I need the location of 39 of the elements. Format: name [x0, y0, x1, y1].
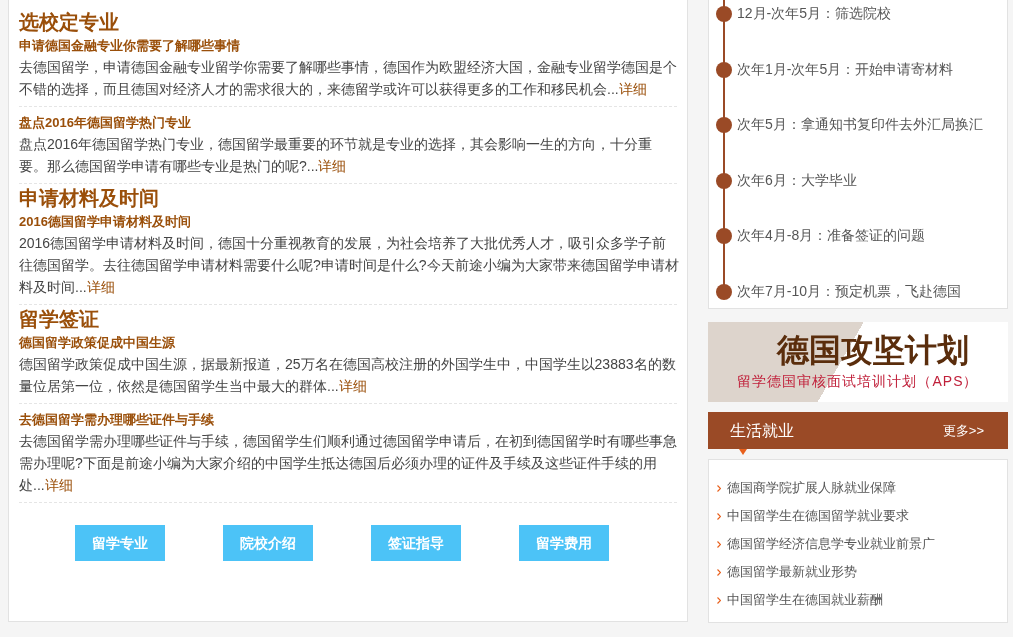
chevron-icon: [717, 568, 721, 576]
timeline-text: 12月-次年5月：筛选院校: [737, 4, 892, 23]
section-header-title: 生活就业: [730, 420, 794, 441]
article-title[interactable]: 2016德国留学申请材料及时间: [19, 212, 191, 232]
chevron-icon: [717, 596, 721, 604]
article-title[interactable]: 去德国留学需办理哪些证件与手续: [19, 410, 214, 430]
chevron-icon: [717, 540, 721, 548]
job-link[interactable]: 德国商学院扩展人脉就业保障: [727, 478, 896, 498]
details-link[interactable]: 详细: [618, 81, 647, 97]
banner-title: 德国攻坚计划: [775, 331, 969, 370]
job-link[interactable]: 中国留学生在德国就业薪酬: [727, 590, 883, 610]
section-title: 申请材料及时间: [19, 186, 159, 211]
chevron-icon: [717, 512, 721, 520]
details-link[interactable]: 详细: [338, 378, 367, 394]
timeline-text: 次年7月-10月：预定机票，飞赴德国: [737, 281, 962, 301]
article-title[interactable]: 申请德国金融专业你需要了解哪些事情: [19, 36, 240, 56]
article-summary: 德国留学政策促成中国生源，据最新报道，25万名在德国高校注册的外国学生中，中国学生以23883名的数量位居第一位，依然是德国留学生当中最大的群体...详细: [19, 355, 677, 396]
timeline-text: 次年6月：大学毕业: [737, 170, 857, 190]
timeline-text: 次年1月-次年5月：开始申请寄材料: [737, 59, 954, 79]
more-link[interactable]: 更多>>: [942, 420, 984, 441]
details-link[interactable]: 详细: [318, 158, 347, 174]
article-summary: 去德国留学，申请德国金融专业留学你需要了解哪些事情，德国作为欧盟经济大国，金融专业留学德国是个不错的选择，而且德国对经济人才的需求很大的，来德留学或许可以获得更多的工作和移民机会...详细: [19, 58, 678, 99]
section-title: 留学签证: [19, 307, 99, 332]
article-title[interactable]: 盘点2016年德国留学热门专业: [19, 113, 191, 133]
article-summary: 2016德国留学申请材料及时间，德国十分重视教育的发展，为社会培养了大批优秀人才，吸引众多学子前往德国留学。去往德国留学申请材料需要什么呢?申请时间是什么?今天前途小编为大家带来德国留学申请材料及时间...详细: [19, 234, 679, 297]
timeline-text: 次年4月-8月：准备签证的问题: [737, 226, 926, 245]
article-summary: 去德国留学需办理哪些证件与手续，德国留学生们顺利通过德国留学申请后，在初到德国留学时有哪些事急需办理呢?下面是前途小编为大家介绍的中国学生抵达德国后必须办理的证件及手续及这些证件手续的用处...详细: [19, 432, 678, 495]
chevron-icon: [717, 484, 721, 492]
article-summary: 盘点2016年德国留学热门专业，德国留学最重要的环节就是专业的选择，其会影响一生的方向，十分重要。那么德国留学申请有哪些专业是热门的呢?...详细: [19, 135, 654, 176]
article-title[interactable]: 德国留学政策促成中国生源: [19, 333, 175, 353]
job-link[interactable]: 中国留学生在德国留学就业要求: [727, 506, 909, 526]
banner-subtitle: 留学德国审核面试培训计划（APS）: [737, 372, 979, 391]
job-link[interactable]: 德国留学最新就业形势: [727, 562, 857, 582]
details-link[interactable]: 详细: [44, 477, 73, 493]
details-link[interactable]: 详细: [86, 279, 115, 295]
timeline-text: 次年5月：拿通知书复印件去外汇局换汇: [737, 115, 983, 134]
job-link[interactable]: 德国留学经济信息学专业就业前景广: [727, 534, 935, 554]
banner-ad[interactable]: 德国攻坚计划 留学德国审核面试培训计划（APS）: [708, 322, 1008, 402]
section-title: 选校定专业: [19, 10, 119, 35]
